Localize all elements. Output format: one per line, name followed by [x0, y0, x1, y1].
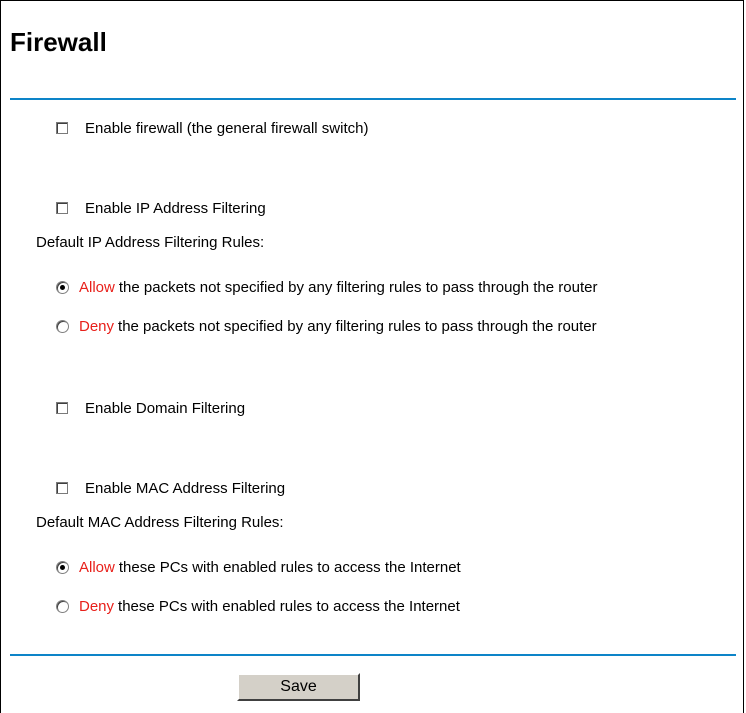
mac-rule-deny-radio[interactable]: [56, 599, 69, 613]
mac-filtering-enable-label: Enable MAC Address Filtering: [85, 479, 286, 497]
mac-rule-allow-radio[interactable]: [56, 560, 69, 574]
firewall-enable-checkbox[interactable]: [56, 122, 68, 134]
firewall-panel: Firewall Enable firewall (the general fi…: [0, 0, 744, 713]
ip-rule-deny-keyword: Deny: [79, 317, 115, 335]
mac-rule-deny-text: these PCs with enabled rules to access t…: [118, 597, 460, 615]
ip-rule-deny-radio[interactable]: [56, 319, 69, 333]
ip-rule-deny-option[interactable]: Deny the packets not specified by any fi…: [56, 316, 597, 336]
domain-filtering-enable-label: Enable Domain Filtering: [85, 399, 246, 417]
ip-rule-allow-radio[interactable]: [56, 280, 69, 294]
ip-filtering-enable-row[interactable]: Enable IP Address Filtering: [56, 198, 266, 218]
mac-rule-allow-option[interactable]: Allow these PCs with enabled rules to ac…: [56, 557, 461, 577]
ip-rule-allow-keyword: Allow: [79, 278, 115, 296]
top-divider: [10, 98, 736, 100]
ip-rule-allow-option[interactable]: Allow the packets not specified by any f…: [56, 277, 597, 297]
mac-filtering-enable-row[interactable]: Enable MAC Address Filtering: [56, 478, 285, 498]
ip-filtering-rules-heading: Default IP Address Filtering Rules:: [36, 234, 265, 251]
mac-filtering-enable-checkbox[interactable]: [56, 482, 68, 494]
ip-rule-allow-text: the packets not specified by any filteri…: [118, 278, 598, 296]
ip-rule-deny-text: the packets not specified by any filteri…: [118, 317, 597, 335]
firewall-enable-label: Enable firewall (the general firewall sw…: [85, 119, 369, 137]
page-title: Firewall: [10, 27, 107, 57]
save-button[interactable]: Save: [237, 673, 360, 701]
mac-filtering-rules-heading: Default MAC Address Filtering Rules:: [36, 514, 284, 531]
mac-rule-allow-keyword: Allow: [79, 558, 115, 576]
domain-filtering-enable-row[interactable]: Enable Domain Filtering: [56, 398, 245, 418]
mac-rule-deny-option[interactable]: Deny these PCs with enabled rules to acc…: [56, 596, 460, 616]
bottom-divider: [10, 654, 736, 656]
ip-filtering-enable-checkbox[interactable]: [56, 202, 68, 214]
domain-filtering-enable-checkbox[interactable]: [56, 402, 68, 414]
firewall-enable-row[interactable]: Enable firewall (the general firewall sw…: [56, 118, 368, 138]
ip-filtering-enable-label: Enable IP Address Filtering: [85, 199, 266, 217]
mac-rule-allow-text: these PCs with enabled rules to access t…: [118, 558, 461, 576]
mac-rule-deny-keyword: Deny: [79, 597, 115, 615]
